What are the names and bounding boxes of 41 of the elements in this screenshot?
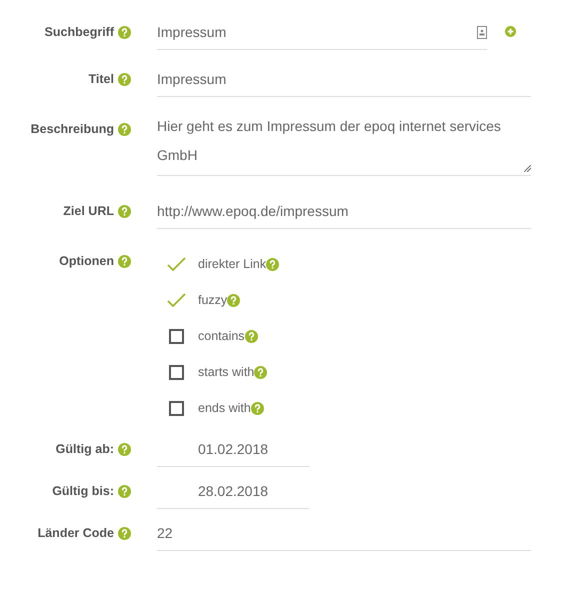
option-label: ends with — [198, 401, 251, 415]
option-label: contains — [198, 329, 245, 343]
help-icon[interactable] — [266, 258, 280, 270]
date-field[interactable]: 01.02.2018 — [157, 438, 309, 467]
help-icon[interactable] — [254, 366, 268, 378]
help-icon[interactable] — [118, 484, 131, 498]
help-icon[interactable] — [118, 26, 131, 38]
date-field[interactable]: 28.02.2018 — [157, 480, 309, 509]
text-field[interactable]: http://www.epoq.de/impressum — [157, 200, 531, 229]
field-label: Suchbegriff — [44, 25, 114, 39]
field-label: Gültig bis: — [52, 484, 114, 498]
description-field[interactable]: Hier geht es zum Impressum der epoq internet services GmbH — [157, 112, 531, 176]
help-icon[interactable] — [244, 330, 258, 342]
field-label: Gültig ab: — [56, 442, 114, 456]
option-label: fuzzy — [198, 293, 228, 307]
help-icon[interactable] — [118, 204, 131, 218]
field-label: Optionen — [59, 254, 114, 268]
resize-handle-icon[interactable] — [524, 165, 531, 172]
add-icon[interactable] — [505, 26, 516, 37]
check-mark[interactable] — [167, 292, 186, 308]
help-icon[interactable] — [118, 526, 131, 540]
help-icon[interactable] — [118, 442, 131, 456]
field-label: Beschreibung — [30, 122, 114, 136]
contact-card-icon[interactable] — [477, 26, 487, 38]
field-label: Länder Code — [38, 526, 114, 540]
help-icon[interactable] — [250, 402, 264, 414]
help-icon[interactable] — [118, 72, 131, 86]
option-label: starts with — [198, 365, 254, 379]
text-field[interactable]: 22 — [157, 522, 531, 551]
field-label: Titel — [88, 72, 114, 86]
field-label: Ziel URL — [63, 204, 114, 218]
help-icon[interactable] — [118, 122, 131, 136]
checkbox[interactable] — [169, 400, 184, 416]
checkbox[interactable] — [169, 364, 184, 380]
help-icon[interactable] — [118, 254, 131, 268]
help-icon[interactable] — [227, 294, 240, 306]
check-mark[interactable] — [167, 256, 186, 272]
checkbox[interactable] — [169, 328, 184, 344]
text-field[interactable]: Impressum — [157, 68, 531, 97]
option-label: direkter Link — [198, 257, 266, 271]
search-term-field[interactable]: Impressum — [157, 21, 487, 50]
